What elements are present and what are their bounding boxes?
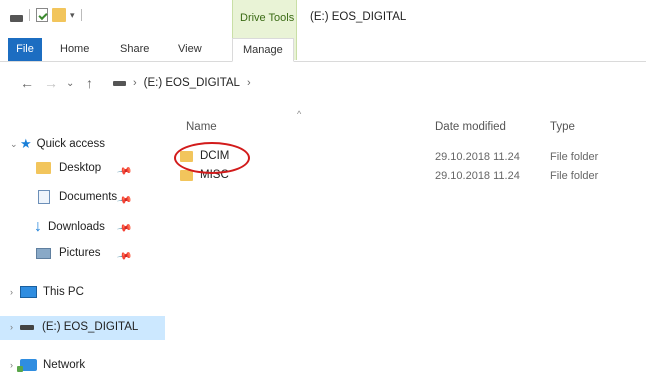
file-type: File folder <box>550 170 599 182</box>
sidebar-item-label: Network <box>43 359 86 371</box>
chevron-right-icon[interactable]: › <box>133 77 137 89</box>
drive-icon <box>20 324 34 330</box>
column-header-name[interactable]: Name <box>186 121 217 133</box>
column-header-type[interactable]: Type <box>550 121 575 133</box>
file-date: 29.10.2018 11.24 <box>435 151 520 163</box>
tab-manage[interactable]: Manage <box>232 38 294 62</box>
forward-arrow-icon[interactable]: → <box>44 75 58 91</box>
sidebar-item-label: Desktop <box>59 162 102 174</box>
tab-home[interactable]: Home <box>60 43 89 55</box>
tab-share[interactable]: Share <box>120 43 149 55</box>
download-arrow-icon: ↓ <box>34 218 42 235</box>
star-icon: ★ <box>20 136 32 151</box>
documents-icon <box>38 190 50 204</box>
chevron-right-icon[interactable]: › <box>10 322 20 332</box>
sidebar-item-documents[interactable]: Documents <box>36 190 117 204</box>
sidebar-item-label: Downloads <box>48 221 105 233</box>
drive-icon <box>10 14 23 22</box>
tab-file[interactable]: File <box>8 38 42 61</box>
folder-icon <box>36 162 51 174</box>
properties-icon[interactable] <box>36 8 48 22</box>
sidebar-item-drive[interactable]: › (E:) EOS_DIGITAL <box>10 321 138 333</box>
tab-view[interactable]: View <box>178 43 202 55</box>
pictures-icon <box>36 247 51 259</box>
sidebar-item-quick-access[interactable]: ⌄ ★ Quick access <box>10 136 105 152</box>
chevron-down-icon[interactable]: ⌄ <box>10 139 20 150</box>
pin-icon[interactable]: 📌 <box>116 163 133 179</box>
chevron-right-icon[interactable]: › <box>10 287 20 297</box>
sidebar-item-this-pc[interactable]: › This PC <box>10 286 84 298</box>
separator <box>29 9 30 21</box>
ribbon-tabs: File Home Share View Manage <box>0 38 646 62</box>
sidebar-item-network[interactable]: › Network <box>10 359 86 372</box>
sidebar-item-label: Quick access <box>36 138 106 150</box>
sidebar-item-label: Documents <box>59 191 118 203</box>
new-folder-icon[interactable] <box>52 8 66 22</box>
network-icon <box>17 359 37 372</box>
window-title: (E:) EOS_DIGITAL <box>310 11 407 23</box>
chevron-right-icon[interactable]: › <box>247 77 251 89</box>
sidebar-item-label: (E:) EOS_DIGITAL <box>42 321 139 333</box>
up-arrow-icon[interactable]: ↑ <box>86 75 93 91</box>
customize-toolbar-dropdown-icon[interactable]: ▾ <box>70 10 75 21</box>
sidebar-item-label: This PC <box>43 286 84 298</box>
back-arrow-icon[interactable]: ← <box>20 75 34 91</box>
pin-icon[interactable]: 📌 <box>116 248 133 264</box>
recent-locations-chevron-icon[interactable]: ⌄ <box>66 78 74 89</box>
computer-icon <box>20 286 37 298</box>
file-row[interactable]: MISC 29.10.2018 11.24 File folder <box>180 167 630 187</box>
annotation-circle <box>174 142 250 174</box>
pin-icon[interactable]: 📌 <box>116 220 133 236</box>
address-bar[interactable]: › (E:) EOS_DIGITAL › <box>113 77 251 89</box>
address-row: ← → ⌄ ↑ › (E:) EOS_DIGITAL › <box>0 68 646 98</box>
file-type: File folder <box>550 151 599 163</box>
column-header-date-modified[interactable]: Date modified <box>435 121 506 133</box>
pin-icon[interactable]: 📌 <box>116 192 133 208</box>
separator <box>80 9 82 21</box>
drive-icon <box>113 80 126 86</box>
address-path[interactable]: (E:) EOS_DIGITAL <box>144 77 240 89</box>
sidebar-item-downloads[interactable]: ↓ Downloads <box>34 218 105 236</box>
sidebar-item-pictures[interactable]: Pictures <box>36 247 101 259</box>
file-date: 29.10.2018 11.24 <box>435 170 520 182</box>
sidebar-item-desktop[interactable]: Desktop <box>36 162 101 174</box>
sidebar-item-label: Pictures <box>59 247 101 259</box>
sort-ascending-icon: ^ <box>297 109 302 119</box>
drive-tools-label: Drive Tools <box>240 12 295 24</box>
quick-access-toolbar: ▾ <box>10 8 84 22</box>
